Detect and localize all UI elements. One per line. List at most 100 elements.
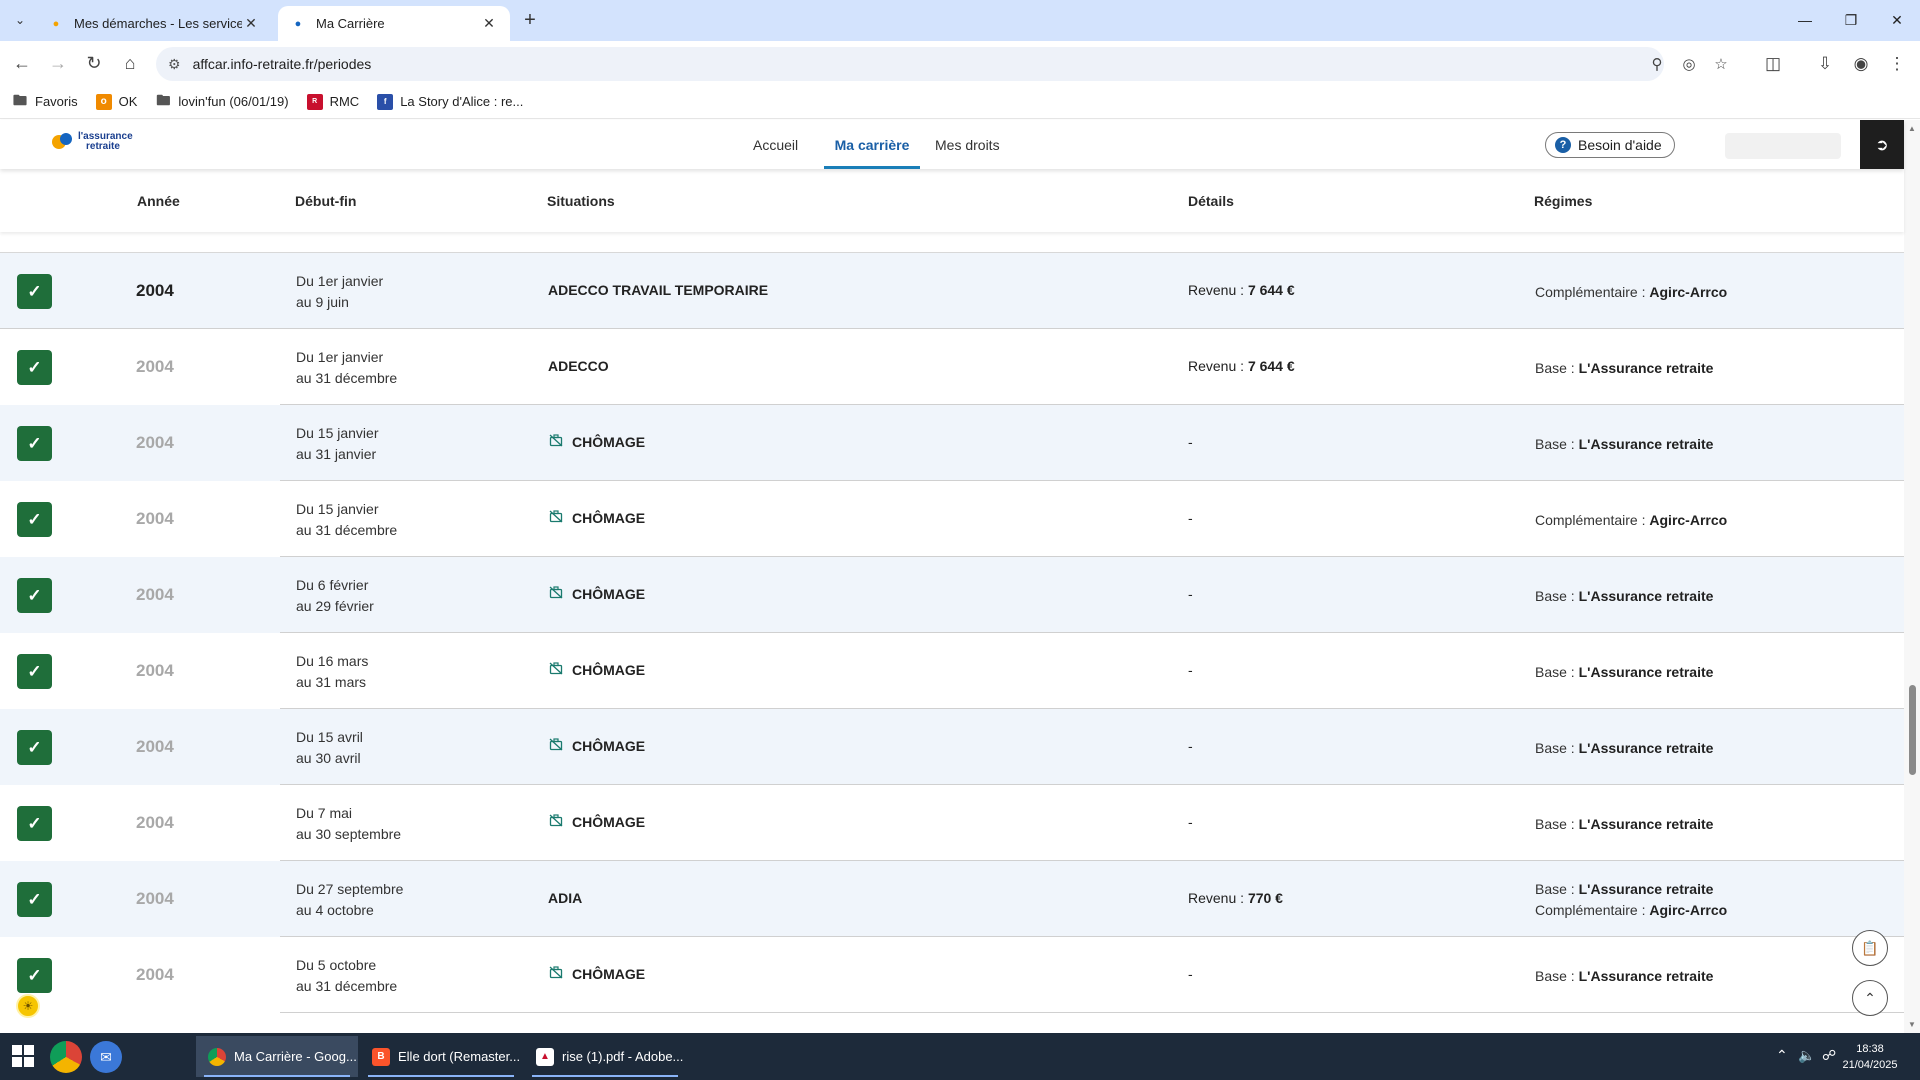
- extensions-puzzle-icon[interactable]: ◫: [1760, 51, 1786, 77]
- logout-icon[interactable]: ➲: [1860, 120, 1904, 169]
- tray-chevron-icon[interactable]: ⌃: [1776, 1047, 1788, 1064]
- checkbox-checked-icon[interactable]: ✓: [17, 806, 52, 841]
- situation-label: CHÔMAGE: [572, 434, 646, 450]
- home-icon[interactable]: ⌂: [116, 49, 144, 77]
- checkbox-checked-icon[interactable]: ✓: [17, 882, 52, 917]
- regime-line: Base : L'Assurance retraite: [1535, 738, 1713, 759]
- scrollbar-thumb[interactable]: [1909, 685, 1916, 775]
- regime-type: Base :: [1535, 664, 1579, 680]
- browser-tab-ma-carriere[interactable]: ● Ma Carrière ✕: [278, 6, 510, 41]
- restore-icon[interactable]: ❐: [1828, 0, 1874, 40]
- folder-icon: 🖿: [13, 91, 27, 108]
- volume-icon[interactable]: 🔈: [1798, 1047, 1815, 1064]
- reload-icon[interactable]: ↻: [80, 49, 108, 77]
- bookmark-ok[interactable]: o OK: [95, 93, 137, 110]
- download-icon[interactable]: ⇩: [1812, 51, 1838, 77]
- chrome-pinned-icon[interactable]: [50, 1041, 82, 1073]
- scroll-up-icon[interactable]: ▲: [1908, 124, 1916, 133]
- row-dates: Du 15 janvier au 31 décembre: [296, 499, 397, 541]
- checkbox-checked-icon[interactable]: ✓: [17, 350, 52, 385]
- row-year: 2004: [136, 585, 174, 604]
- close-window-icon[interactable]: ✕: [1874, 0, 1920, 40]
- tab-search-chevron-icon[interactable]: ⌄: [8, 8, 32, 32]
- profile-icon[interactable]: ◉: [1848, 51, 1874, 77]
- zoom-icon[interactable]: ⚲: [1646, 53, 1668, 75]
- unemployment-briefcase-off-icon: [548, 433, 564, 447]
- checkbox-checked-icon[interactable]: ✓: [17, 426, 52, 461]
- scroll-down-icon[interactable]: ▼: [1908, 1020, 1916, 1029]
- row-situation: CHÔMAGE: [548, 585, 646, 602]
- checkbox-checked-icon[interactable]: ✓: [17, 958, 52, 993]
- tab-close-icon[interactable]: ✕: [242, 15, 260, 33]
- taskbar-item-chrome[interactable]: Ma Carrière - Goog...: [196, 1036, 358, 1077]
- regime-type: Base :: [1535, 816, 1579, 832]
- bookmark-rmc[interactable]: R RMC: [306, 93, 359, 110]
- nav-accueil[interactable]: Accueil: [753, 120, 798, 169]
- rmc-icon: R: [306, 93, 323, 110]
- bookmarks-bar: 🖿 Favoris o OK 🖿 lovin'fun (06/01/19) R …: [0, 85, 1920, 119]
- row-year: 2004: [136, 357, 174, 376]
- ok-icon: o: [95, 93, 112, 110]
- forward-arrow-icon[interactable]: →: [44, 49, 72, 77]
- page-scrollbar[interactable]: ▲ ▼: [1904, 120, 1920, 1033]
- column-header-annee: Année: [137, 193, 180, 209]
- table-row: ✓ 2004 Du 15 avril au 30 avril CHÔMAGE - Base …: [0, 709, 1904, 785]
- checkbox-checked-icon[interactable]: ✓: [17, 578, 52, 613]
- taskbar-item-adobe[interactable]: ▲ rise (1).pdf - Adobe...: [524, 1036, 686, 1077]
- regime-line: Base : L'Assurance retraite: [1535, 358, 1713, 379]
- scroll-to-top-icon[interactable]: ⌃: [1852, 980, 1888, 1016]
- checkbox-checked-icon[interactable]: ✓: [17, 274, 52, 309]
- bookmark-favoris[interactable]: 🖿 Favoris: [12, 91, 78, 110]
- date-end: au 30 avril: [296, 750, 361, 766]
- taskbar-item-brave[interactable]: B Elle dort (Remaster...: [360, 1036, 522, 1077]
- row-detail: -: [1188, 966, 1193, 982]
- clipboard-icon[interactable]: 📋: [1852, 930, 1888, 966]
- ma-carriere-favicon-icon: ●: [294, 17, 302, 30]
- menu-kebab-icon[interactable]: ⋮: [1884, 51, 1910, 77]
- windows-start-icon[interactable]: [12, 1045, 34, 1067]
- date-start: Du 6 février: [296, 577, 369, 593]
- checkbox-checked-icon[interactable]: ✓: [17, 730, 52, 765]
- row-detail: -: [1188, 738, 1193, 754]
- brave-icon: B: [372, 1047, 390, 1066]
- system-clock[interactable]: 18:38 21/04/2025: [1840, 1041, 1900, 1073]
- situation-label: CHÔMAGE: [572, 738, 646, 754]
- browser-tab-mes-demarches[interactable]: ● Mes démarches - Les services o ✕: [36, 6, 272, 41]
- row-regimes: Base : L'Assurance retraite: [1535, 434, 1713, 455]
- situation-label: CHÔMAGE: [572, 586, 646, 602]
- assurance-retraite-logo[interactable]: l'assurance retraite: [52, 132, 133, 152]
- bookmark-story-alice[interactable]: f La Story d'Alice : re...: [377, 93, 523, 110]
- detail-value: 7 644 €: [1247, 358, 1295, 374]
- minimize-icon[interactable]: —: [1782, 0, 1828, 40]
- user-name-area[interactable]: [1725, 133, 1841, 159]
- tab-close-icon[interactable]: ✕: [480, 15, 498, 33]
- nav-ma-carriere[interactable]: Ma carrière: [824, 120, 920, 169]
- site-settings-icon[interactable]: ⚙: [168, 56, 181, 73]
- checkbox-checked-icon[interactable]: ✓: [17, 502, 52, 537]
- table-row: ✓ 2004 Du 15 janvier au 31 décembre CHÔMAGE -…: [0, 481, 1904, 557]
- regime-type: Complémentaire :: [1535, 512, 1650, 528]
- star-bookmark-icon[interactable]: ☆: [1710, 53, 1732, 75]
- nav-mes-droits[interactable]: Mes droits: [935, 120, 1000, 169]
- network-icon[interactable]: ☍: [1822, 1047, 1836, 1064]
- detail-label: -: [1188, 966, 1193, 982]
- regime-line: Complémentaire : Agirc-Arrco: [1535, 900, 1727, 921]
- row-situation: ADECCO: [548, 358, 609, 374]
- unemployment-briefcase-off-icon: [548, 509, 564, 523]
- regime-type: Base :: [1535, 740, 1579, 756]
- lightbulb-icon[interactable]: ☀: [16, 994, 40, 1018]
- row-dates: Du 1er janvier au 9 juin: [296, 271, 383, 313]
- address-bar[interactable]: ⚙ affcar.info-retraite.fr/periodes ⚲ ◎ ☆: [156, 47, 1728, 81]
- back-arrow-icon[interactable]: ←: [8, 49, 36, 77]
- new-tab-plus-icon[interactable]: +: [518, 8, 542, 32]
- table-row: ✓ 2004 Du 7 mai au 30 septembre CHÔMAGE - Base…: [0, 785, 1904, 861]
- checkbox-checked-icon[interactable]: ✓: [17, 654, 52, 689]
- regime-name: L'Assurance retraite: [1578, 881, 1714, 897]
- mail-pinned-icon[interactable]: ✉: [90, 1041, 122, 1073]
- regime-line: Base : L'Assurance retraite: [1535, 966, 1713, 987]
- help-button[interactable]: ? Besoin d'aide: [1545, 132, 1675, 158]
- row-situation: CHÔMAGE: [548, 661, 645, 678]
- bookmark-lovinfun[interactable]: 🖿 lovin'fun (06/01/19): [155, 92, 288, 110]
- date-end: au 31 janvier: [296, 446, 377, 462]
- eye-off-icon[interactable]: ◎: [1678, 53, 1700, 75]
